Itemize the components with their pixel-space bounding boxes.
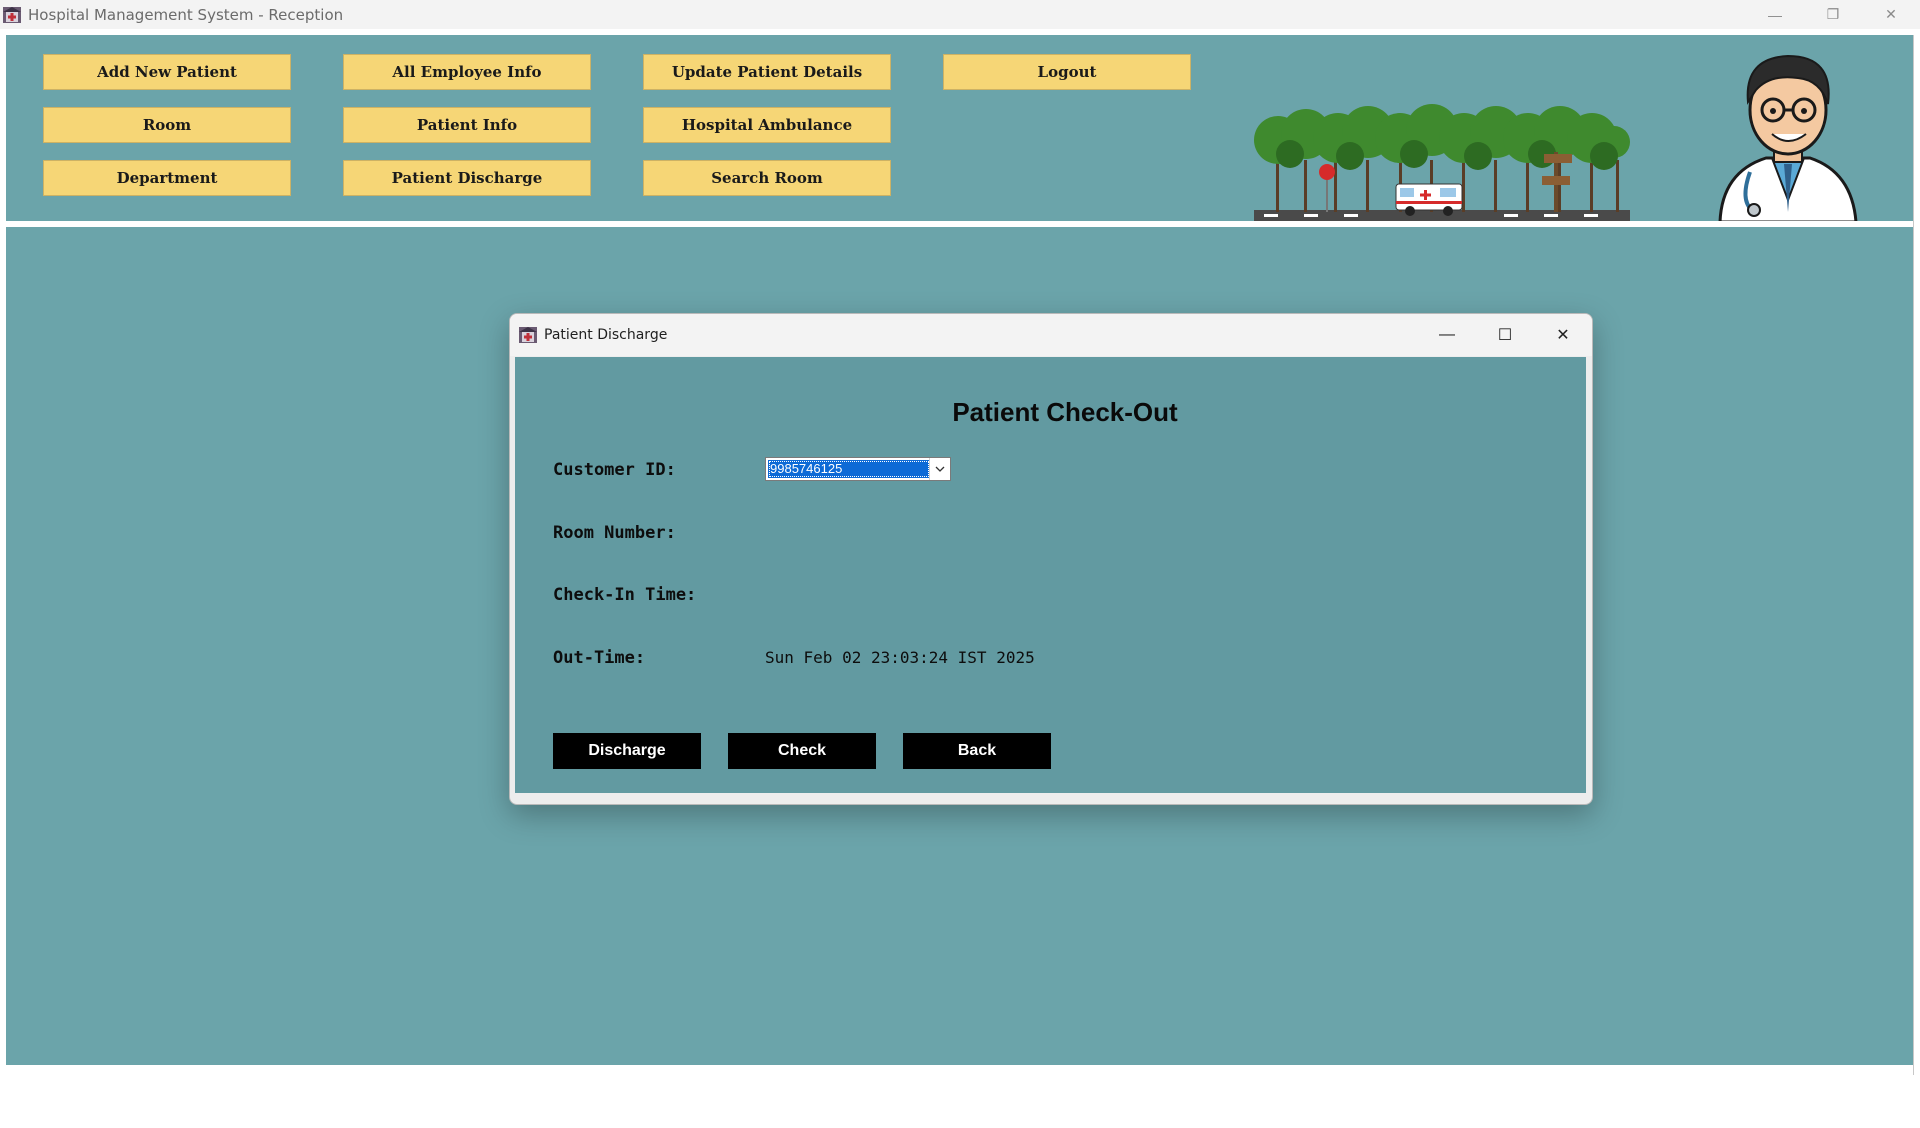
check-in-time-label: Check-In Time: (553, 585, 697, 605)
page-title: Patient Check-Out (952, 397, 1178, 427)
dialog-minimize-button[interactable]: — (1418, 314, 1476, 356)
out-time-value: Sun Feb 02 23:03:24 IST 2025 (765, 648, 1035, 667)
update-patient-details-button[interactable]: Update Patient Details (643, 54, 891, 90)
dialog-title: Patient Discharge (544, 327, 668, 343)
patient-info-button[interactable]: Patient Info (343, 107, 591, 143)
dialog-close-button[interactable]: ✕ (1534, 314, 1592, 356)
restore-button[interactable]: ❐ (1804, 0, 1862, 29)
chevron-down-icon[interactable] (929, 458, 950, 480)
all-employee-info-button[interactable]: All Employee Info (343, 54, 591, 90)
add-new-patient-button[interactable]: Add New Patient (43, 54, 291, 90)
department-button[interactable]: Department (43, 160, 291, 196)
back-button[interactable]: Back (903, 733, 1051, 769)
patient-discharge-button[interactable]: Patient Discharge (343, 160, 591, 196)
window-titlebar[interactable]: Hospital Management System - Reception —… (0, 0, 1920, 29)
window-title: Hospital Management System - Reception (28, 5, 344, 24)
dialog-body: Patient Check-Out Customer ID: 998574612… (515, 357, 1586, 793)
discharge-button[interactable]: Discharge (553, 733, 701, 769)
dialog-titlebar[interactable]: Patient Discharge — ☐ ✕ (510, 314, 1592, 356)
patient-discharge-dialog: Patient Discharge — ☐ ✕ Patient Check-Ou… (509, 313, 1593, 805)
customer-id-select[interactable]: 9985746125 (765, 457, 951, 481)
ambulance-scene-illustration (1254, 100, 1630, 222)
customer-id-label: Customer ID: (553, 460, 676, 480)
window-controls: — ❐ ✕ (1746, 0, 1920, 29)
doctor-illustration (1700, 40, 1875, 224)
window-right-edge (1913, 35, 1920, 1075)
room-button[interactable]: Room (43, 107, 291, 143)
hospital-app-icon (518, 326, 538, 344)
room-number-label: Room Number: (553, 523, 676, 543)
search-room-button[interactable]: Search Room (643, 160, 891, 196)
minimize-button[interactable]: — (1746, 0, 1804, 29)
hospital-ambulance-button[interactable]: Hospital Ambulance (643, 107, 891, 143)
dialog-controls: — ☐ ✕ (1418, 314, 1592, 356)
out-time-label: Out-Time: (553, 648, 646, 668)
reception-window: Hospital Management System - Reception —… (0, 0, 1920, 1128)
hospital-app-icon (2, 6, 22, 24)
dialog-maximize-button[interactable]: ☐ (1476, 314, 1534, 356)
logout-button[interactable]: Logout (943, 54, 1191, 90)
close-button[interactable]: ✕ (1862, 0, 1920, 29)
customer-id-value: 9985746125 (768, 460, 930, 478)
check-button[interactable]: Check (728, 733, 876, 769)
